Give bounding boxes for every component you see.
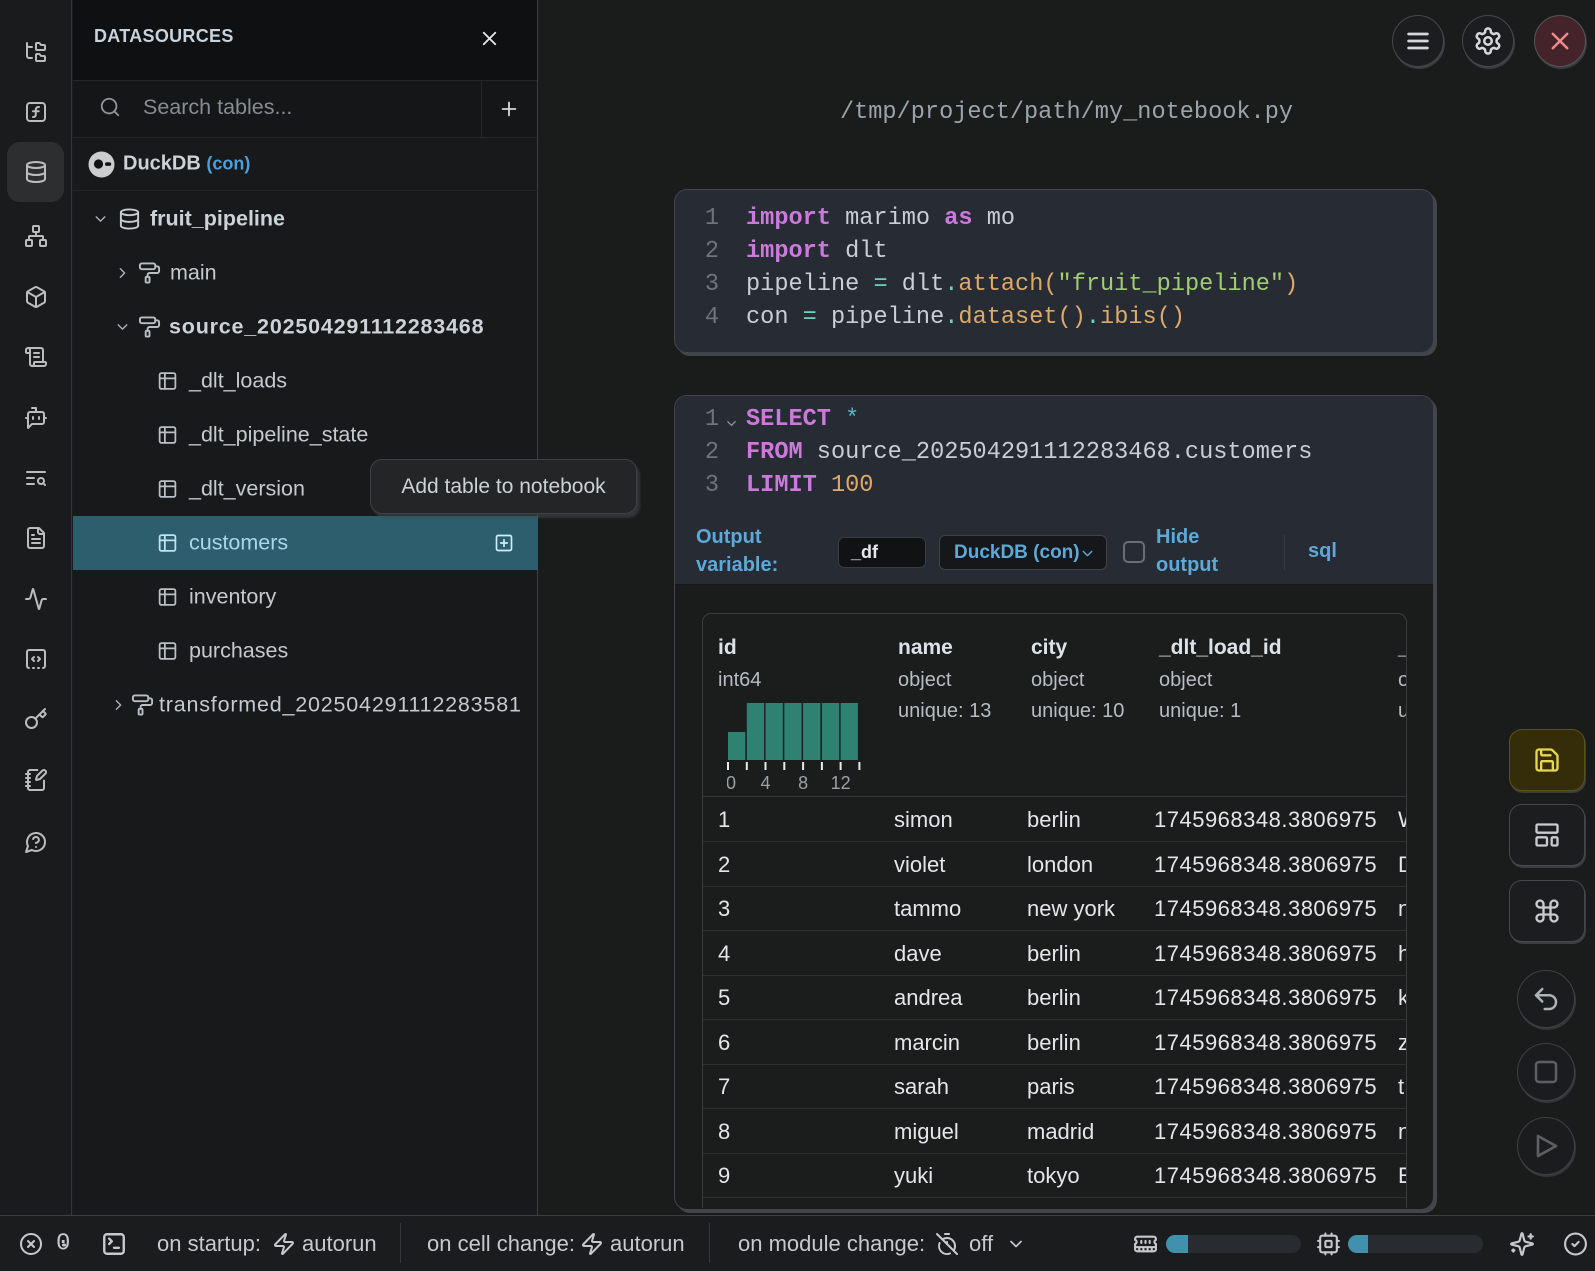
svg-text:8: 8 xyxy=(798,773,808,791)
svg-text:12: 12 xyxy=(831,773,851,791)
svg-text:4: 4 xyxy=(760,773,770,791)
svg-text:0: 0 xyxy=(727,773,736,791)
